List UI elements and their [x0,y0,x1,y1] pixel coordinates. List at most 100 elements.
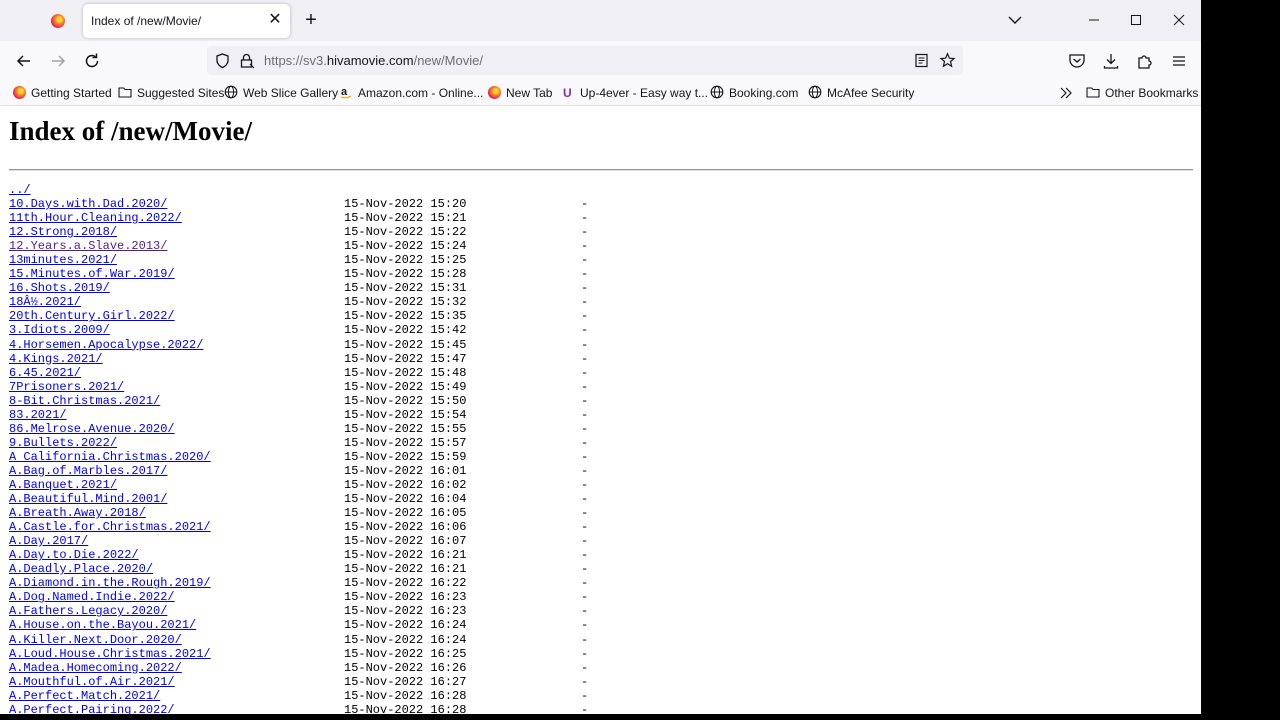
directory-link[interactable]: 7Prisoners.2021/ [9,380,124,394]
tab-close-button[interactable]: ✕ [266,11,284,29]
file-size: - [581,534,589,549]
table-row: A.Diamond.in.the.Rough.2019/15-Nov-2022 … [9,576,588,590]
directory-link[interactable]: 86.Melrose.Avenue.2020/ [9,422,175,436]
bookmark-new-tab[interactable]: New Tab [488,85,552,101]
file-size: - [581,604,589,619]
url-text[interactable]: https://sv3.hivamovie.com/new/Movie/ [264,53,483,68]
directory-link[interactable]: A.Killer.Next.Door.2020/ [9,633,182,647]
file-size: - [581,407,589,422]
file-size: - [581,421,589,436]
close-icon[interactable] [1166,8,1192,32]
directory-link[interactable]: 20th.Century.Girl.2022/ [9,309,175,323]
directory-link[interactable]: 4.Kings.2021/ [9,352,103,366]
directory-link[interactable]: 10.Days.with.Dad.2020/ [9,197,167,211]
maximize-icon[interactable] [1123,8,1149,32]
directory-link[interactable]: 12.Years.a.Slave.2013/ [9,239,167,253]
forward-arrow-icon[interactable] [46,49,70,73]
firefox-icon [13,86,26,99]
url-bar[interactable]: https://sv3.hivamovie.com/new/Movie/ [207,46,963,75]
shield-icon[interactable] [214,52,231,69]
directory-link[interactable]: 13minutes.2021/ [9,253,117,267]
directory-link[interactable]: A.Diamond.in.the.Rough.2019/ [9,576,211,590]
directory-link[interactable]: 3.Idiots.2009/ [9,323,110,337]
directory-link[interactable]: 12.Strong.2018/ [9,225,117,239]
new-tab-button[interactable]: + [300,9,322,31]
download-icon[interactable] [1101,51,1121,71]
directory-link[interactable]: 18Â½.2021/ [9,295,81,309]
bookmark-getting-started[interactable]: Getting Started [13,85,112,101]
modified-date: 15-Nov-2022 15:21 [344,211,467,226]
directory-link[interactable]: 83.2021/ [9,408,67,422]
directory-link[interactable]: A.Day.to.Die.2022/ [9,548,139,562]
tab-active[interactable]: Index of /new/Movie/ ✕ [83,4,290,38]
directory-link[interactable]: A.Madea.Homecoming.2022/ [9,661,182,675]
table-row: A California.Christmas.2020/15-Nov-2022 … [9,450,588,464]
parent-directory-link[interactable]: ../ [9,183,31,197]
bookmark-other[interactable]: Other Bookmarks [1086,85,1198,101]
directory-link[interactable]: A.Bag.of.Marbles.2017/ [9,464,167,478]
directory-link[interactable]: A.Perfect.Pairing.2022/ [9,703,175,714]
chevron-down-icon[interactable] [1006,11,1024,29]
directory-link[interactable]: A.Castle.for.Christmas.2021/ [9,520,211,534]
directory-link[interactable]: A.Banquet.2021/ [9,478,117,492]
bookmark-mcafee[interactable]: McAfee Security [808,85,914,101]
file-size: - [581,435,589,450]
bookmark-web-slice-gallery[interactable]: Web Slice Gallery [224,85,338,101]
pocket-icon[interactable] [1067,51,1087,71]
directory-link[interactable]: A.Loud.House.Christmas.2021/ [9,647,211,661]
file-size: - [581,520,589,535]
file-size: - [581,393,589,408]
extensions-icon[interactable] [1135,51,1155,71]
reader-view-icon[interactable] [913,52,930,69]
double-chevron-icon[interactable] [1058,85,1074,101]
directory-link[interactable]: A.Dog.Named.Indie.2022/ [9,590,175,604]
globe-icon [710,85,724,99]
directory-link[interactable]: A.Day.2017/ [9,534,88,548]
directory-link[interactable]: 8-Bit.Christmas.2021/ [9,394,160,408]
directory-link[interactable]: A.Deadly.Place.2020/ [9,562,153,576]
url-host: hivamovie.com [326,53,414,68]
file-size: - [581,449,589,464]
minimize-icon[interactable] [1081,8,1107,32]
bookmark-suggested-sites[interactable]: Suggested Sites [118,85,224,101]
directory-listing: ../ 10.Days.with.Dad.2020/15-Nov-2022 15… [9,183,588,714]
file-size: - [581,253,589,268]
directory-link[interactable]: A.Fathers.Legacy.2020/ [9,604,167,618]
file-size: - [581,267,589,282]
bookmark-amazon[interactable]: a Amazon.com - Online... [339,85,483,101]
directory-link[interactable]: A.Mouthful.of.Air.2021/ [9,675,175,689]
reload-icon[interactable] [80,49,104,73]
hamburger-menu-icon[interactable] [1169,51,1189,71]
directory-link[interactable]: 16.Shots.2019/ [9,281,110,295]
directory-link[interactable]: A.Perfect.Match.2021/ [9,689,160,703]
file-size: - [581,702,589,714]
bookmark-star-icon[interactable] [939,52,956,69]
file-size: - [581,618,589,633]
lock-icon[interactable] [238,52,255,69]
directory-link[interactable]: 15.Minutes.of.War.2019/ [9,267,175,281]
directory-link[interactable]: 11th.Hour.Cleaning.2022/ [9,211,182,225]
directory-link[interactable]: A California.Christmas.2020/ [9,450,211,464]
table-row: A.House.on.the.Bayou.2021/15-Nov-2022 16… [9,618,588,632]
directory-link[interactable]: 4.Horsemen.Apocalypse.2022/ [9,338,203,352]
bookmark-label: Suggested Sites [137,86,225,100]
file-size: - [581,351,589,366]
table-row: A.Day.2017/15-Nov-2022 16:07 - [9,534,588,548]
directory-link[interactable]: A.Beautiful.Mind.2001/ [9,492,167,506]
file-size: - [581,688,589,703]
table-row: 12.Strong.2018/15-Nov-2022 15:22 - [9,225,588,239]
table-row: A.Perfect.Match.2021/15-Nov-2022 16:28 - [9,689,588,703]
directory-link[interactable]: A.House.on.the.Bayou.2021/ [9,618,196,632]
bookmark-up4ever[interactable]: U Up-4ever - Easy way t... [561,85,708,101]
modified-date: 15-Nov-2022 15:55 [344,421,467,436]
bookmark-booking[interactable]: Booking.com [710,85,798,101]
modified-date: 15-Nov-2022 15:47 [344,351,467,366]
firefox-icon[interactable] [51,14,65,28]
u-icon: U [563,86,572,99]
directory-link[interactable]: A.Breath.Away.2018/ [9,506,146,520]
back-arrow-icon[interactable] [12,49,36,73]
directory-link[interactable]: 6.45.2021/ [9,366,81,380]
page-content: Index of /new/Movie/ ../ 10.Days.with.Da… [0,106,1201,714]
directory-link[interactable]: 9.Bullets.2022/ [9,436,117,450]
modified-date: 15-Nov-2022 15:24 [344,239,467,254]
